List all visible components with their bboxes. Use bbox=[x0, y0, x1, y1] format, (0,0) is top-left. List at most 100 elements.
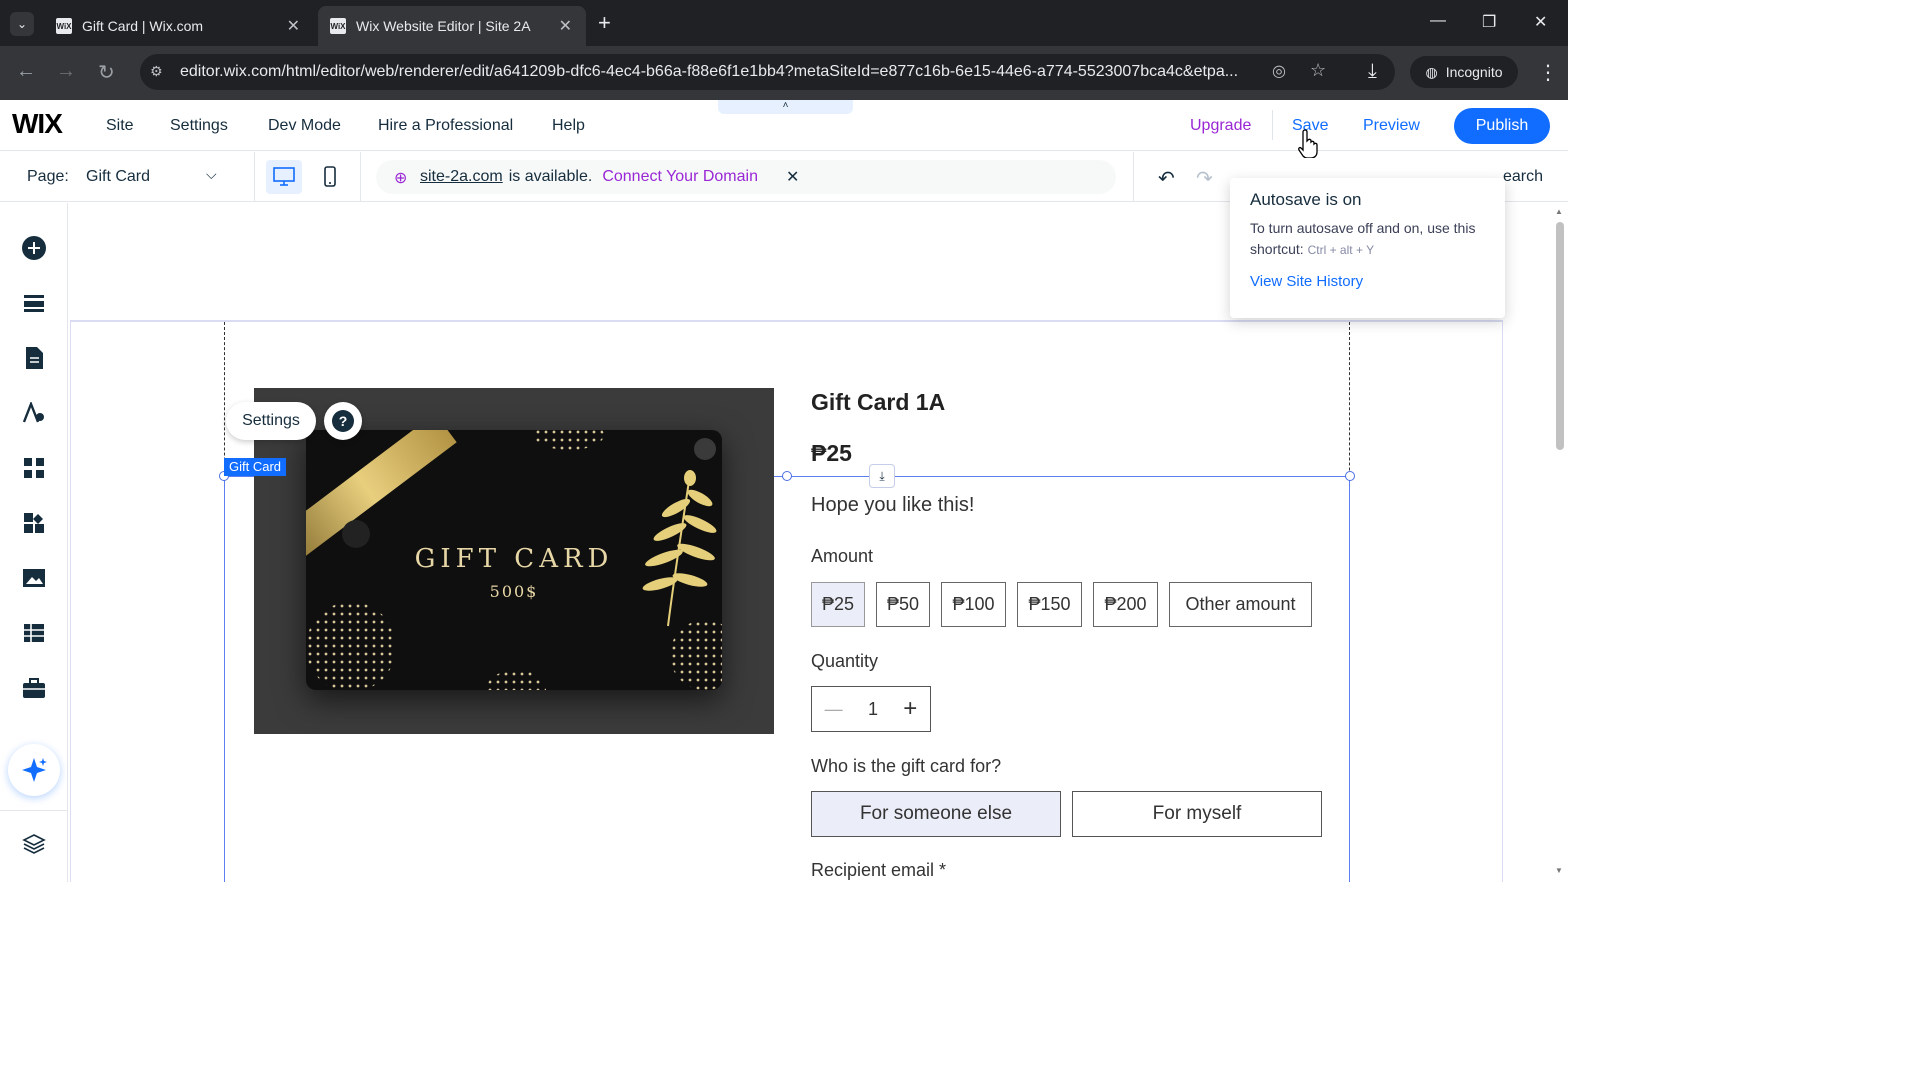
amount-option[interactable]: ₱25 bbox=[811, 582, 865, 627]
amount-option[interactable]: ₱150 bbox=[1017, 582, 1082, 627]
section-border bbox=[70, 322, 71, 882]
domain-name-link[interactable]: site-2a.com bbox=[420, 168, 503, 186]
browser-menu-icon[interactable]: ⋮ bbox=[1538, 60, 1558, 85]
layers-icon[interactable] bbox=[20, 830, 48, 858]
pages-icon[interactable] bbox=[20, 344, 48, 372]
close-banner-icon[interactable]: ✕ bbox=[786, 167, 799, 187]
chevron-up-icon: ˄ bbox=[782, 100, 789, 111]
resize-handle[interactable] bbox=[1345, 471, 1355, 481]
reload-icon[interactable]: ↻ bbox=[98, 60, 115, 85]
collapse-toolbar-button[interactable]: ˄ bbox=[718, 100, 853, 114]
menu-help[interactable]: Help bbox=[552, 117, 585, 135]
design-icon[interactable] bbox=[20, 399, 48, 427]
menu-dev-mode[interactable]: Dev Mode bbox=[268, 117, 341, 135]
portfolio-icon[interactable] bbox=[20, 674, 48, 702]
amount-option[interactable]: ₱100 bbox=[941, 582, 1006, 627]
incognito-icon: ◍ bbox=[1425, 63, 1438, 80]
svg-text:?: ? bbox=[339, 413, 348, 429]
close-tab-icon[interactable]: ✕ bbox=[287, 16, 300, 36]
add-elements-icon[interactable] bbox=[20, 234, 48, 262]
apps-icon[interactable] bbox=[20, 454, 48, 482]
amount-option-other[interactable]: Other amount bbox=[1169, 582, 1312, 627]
bokeh-circle bbox=[694, 438, 716, 460]
gold-ribbon bbox=[306, 430, 457, 563]
sections-icon[interactable] bbox=[20, 289, 48, 317]
desktop-view-button[interactable] bbox=[266, 160, 302, 194]
forward-icon[interactable]: → bbox=[56, 60, 76, 83]
gift-card-image[interactable]: GIFT CARD 500$ bbox=[254, 388, 774, 734]
amount-label: Amount bbox=[811, 546, 874, 566]
dot-pattern bbox=[670, 620, 722, 690]
menu-site[interactable]: Site bbox=[106, 117, 134, 135]
scrollbar-thumb[interactable] bbox=[1556, 222, 1564, 450]
product-title: Gift Card 1A bbox=[811, 389, 946, 415]
cms-icon[interactable] bbox=[20, 619, 48, 647]
menu-settings[interactable]: Settings bbox=[170, 117, 228, 135]
divider bbox=[1133, 152, 1134, 202]
new-tab-icon[interactable]: + bbox=[598, 10, 611, 36]
sparkle-icon bbox=[22, 758, 47, 782]
tab-title: Gift Card | Wix.com bbox=[82, 18, 204, 34]
incognito-indicator[interactable]: ◍ Incognito bbox=[1410, 56, 1518, 88]
plus-button[interactable]: + bbox=[903, 695, 917, 723]
address-bar[interactable]: ⚙ editor.wix.com/html/editor/web/rendere… bbox=[140, 54, 1395, 90]
quantity-value[interactable]: 1 bbox=[868, 699, 878, 720]
card-title-text: GIFT CARD bbox=[414, 544, 614, 574]
selection-right-edge bbox=[1349, 476, 1350, 882]
minus-button[interactable]: — bbox=[825, 699, 843, 720]
browser-tab-editor[interactable]: WiX Wix Website Editor | Site 2A ✕ bbox=[318, 6, 586, 46]
amount-option[interactable]: ₱200 bbox=[1093, 582, 1158, 627]
download-icon[interactable]: ⤓ bbox=[869, 464, 895, 488]
divider bbox=[254, 152, 255, 202]
wix-logo[interactable]: WIX bbox=[12, 108, 63, 140]
browser-tab-giftcard[interactable]: WiX Gift Card | Wix.com ✕ bbox=[44, 6, 314, 46]
for-someone-else-button[interactable]: For someone else bbox=[811, 791, 1061, 837]
mobile-view-button[interactable] bbox=[312, 160, 348, 194]
scroll-up-icon[interactable]: ▲ bbox=[1555, 207, 1563, 216]
publish-button[interactable]: Publish bbox=[1454, 108, 1550, 144]
business-apps-icon[interactable] bbox=[20, 509, 48, 537]
quantity-stepper[interactable]: — 1 + bbox=[811, 686, 931, 732]
dot-pattern bbox=[306, 602, 396, 690]
chevron-down-icon: ⌄ bbox=[16, 17, 28, 31]
element-settings-button[interactable]: Settings bbox=[226, 402, 316, 440]
download-icon[interactable]: ⤓ bbox=[1368, 60, 1377, 83]
header-divider bbox=[70, 320, 1503, 322]
tab-search-button[interactable]: ⌄ bbox=[10, 12, 34, 36]
search-button[interactable]: earch bbox=[1503, 168, 1543, 186]
ai-assistant-button[interactable] bbox=[8, 744, 60, 796]
undo-icon[interactable]: ↶ bbox=[1158, 166, 1175, 191]
close-tab-icon[interactable]: ✕ bbox=[559, 16, 572, 36]
autosave-popover: Autosave is on To turn autosave off and … bbox=[1230, 178, 1505, 318]
connect-domain-link[interactable]: Connect Your Domain bbox=[602, 168, 758, 186]
back-icon[interactable]: ← bbox=[16, 60, 36, 83]
desktop-icon bbox=[273, 167, 295, 186]
redo-icon[interactable]: ↷ bbox=[1196, 166, 1213, 191]
dot-pattern bbox=[534, 430, 604, 450]
autosave-title: Autosave is on bbox=[1250, 190, 1362, 209]
eye-off-icon[interactable]: ◎ bbox=[1272, 61, 1286, 81]
mobile-icon bbox=[324, 166, 336, 187]
for-myself-button[interactable]: For myself bbox=[1072, 791, 1322, 837]
element-help-button[interactable]: ? bbox=[324, 402, 362, 440]
scroll-down-icon[interactable]: ▼ bbox=[1555, 866, 1563, 875]
upgrade-button[interactable]: Upgrade bbox=[1190, 117, 1251, 135]
hand-cursor-icon bbox=[1298, 129, 1318, 158]
menu-hire-professional[interactable]: Hire a Professional bbox=[378, 117, 513, 135]
recipient-email-label: Recipient email * bbox=[811, 860, 947, 880]
restore-icon[interactable]: ❐ bbox=[1482, 12, 1496, 32]
amount-option[interactable]: ₱50 bbox=[876, 582, 930, 627]
page-selector[interactable]: Gift Card bbox=[86, 168, 150, 186]
media-icon[interactable] bbox=[20, 564, 48, 592]
globe-icon: ⊕ bbox=[394, 170, 408, 187]
minimize-icon[interactable]: — bbox=[1430, 12, 1446, 30]
tab-title: Wix Website Editor | Site 2A bbox=[356, 18, 531, 34]
chevron-down-icon[interactable]: ⌵ bbox=[206, 166, 217, 183]
preview-button[interactable]: Preview bbox=[1363, 117, 1420, 135]
close-window-icon[interactable]: ✕ bbox=[1534, 12, 1547, 32]
site-info-icon[interactable]: ⚙ bbox=[150, 63, 163, 80]
star-icon[interactable]: ☆ bbox=[1310, 60, 1326, 81]
recipient-type-label: Who is the gift card for? bbox=[811, 756, 1002, 776]
view-site-history-link[interactable]: View Site History bbox=[1250, 273, 1485, 290]
resize-handle[interactable] bbox=[782, 471, 792, 481]
